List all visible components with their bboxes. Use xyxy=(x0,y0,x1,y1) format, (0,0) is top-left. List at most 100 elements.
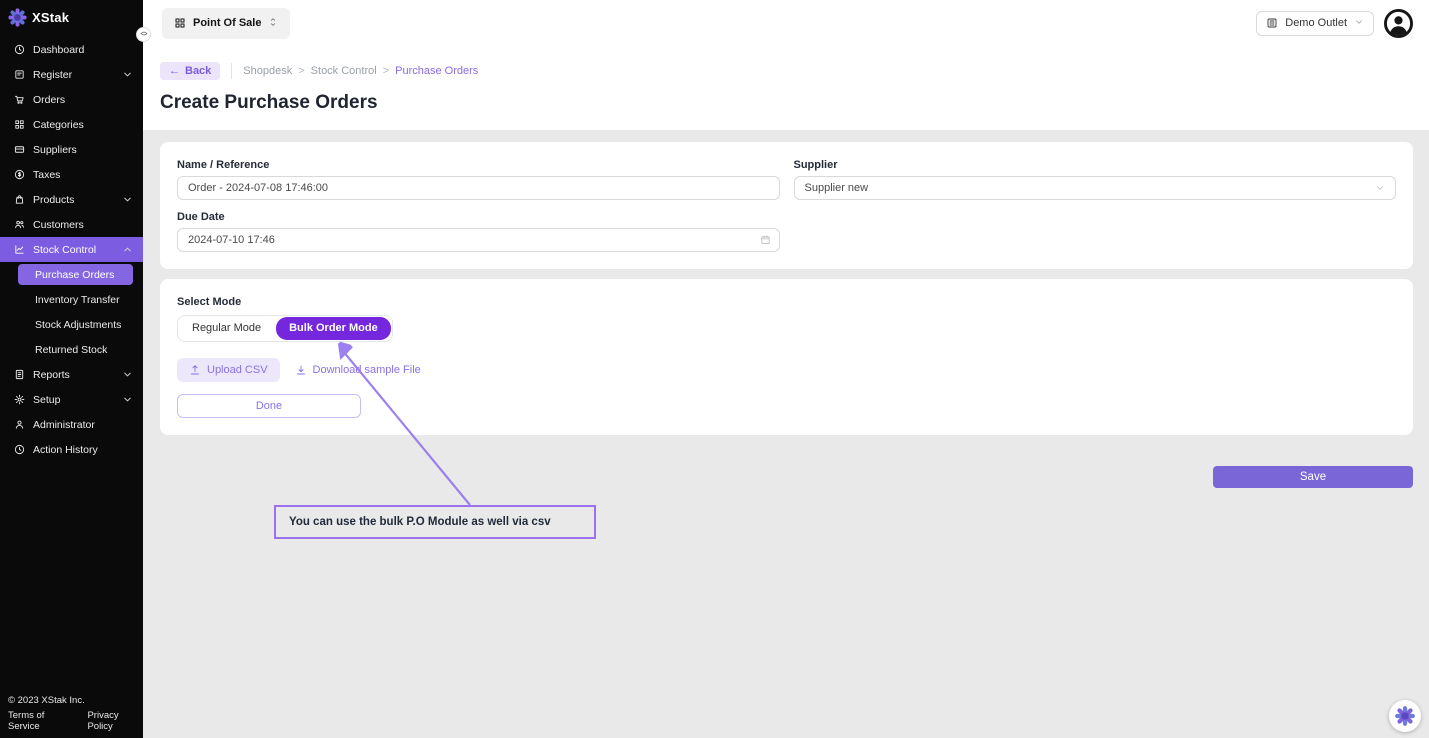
annotation-text: You can use the bulk P.O Module as well … xyxy=(289,516,551,528)
main-area: Point Of Sale Demo Outlet ← xyxy=(143,0,1429,738)
chevron-down-icon xyxy=(1354,17,1364,30)
sidebar-collapse-button[interactable]: <> xyxy=(136,27,151,42)
sidebar-footer: © 2023 XStak Inc. Terms of Service Priva… xyxy=(8,695,143,732)
calendar-icon[interactable] xyxy=(760,235,771,246)
app-switcher[interactable]: Point Of Sale xyxy=(162,8,290,39)
due-date-field: Due Date xyxy=(177,211,780,252)
person-icon xyxy=(14,419,25,430)
history-clock-icon xyxy=(14,444,25,455)
done-button[interactable]: Done xyxy=(177,394,361,418)
sidebar-item-returned-stock[interactable]: Returned Stock xyxy=(0,337,143,362)
avatar[interactable] xyxy=(1384,9,1413,38)
app-window: XStak Dashboard Register Orders Categori… xyxy=(0,0,1429,738)
outlet-label: Demo Outlet xyxy=(1285,17,1347,29)
sidebar-item-dashboard[interactable]: Dashboard xyxy=(0,37,143,62)
sidebar-item-purchase-orders[interactable]: Purchase Orders xyxy=(18,264,133,285)
sidebar-item-label: Suppliers xyxy=(33,144,133,156)
terms-link[interactable]: Terms of Service xyxy=(8,710,74,732)
copyright-text: © 2023 XStak Inc. xyxy=(8,695,143,706)
sidebar-item-label: Orders xyxy=(33,94,133,106)
upload-icon xyxy=(189,364,201,376)
xstak-widget-button[interactable] xyxy=(1389,700,1421,732)
updown-sort-icon xyxy=(268,17,278,30)
name-reference-input[interactable] xyxy=(177,176,780,200)
sidebar-item-taxes[interactable]: Taxes xyxy=(0,162,143,187)
sidebar-item-label: Dashboard xyxy=(33,44,133,56)
page-header: ← Back Shopdesk > Stock Control > Purcha… xyxy=(143,46,1429,130)
breadcrumb-item-stock-control[interactable]: Stock Control xyxy=(311,65,377,77)
sidebar-item-action-history[interactable]: Action History xyxy=(0,437,143,462)
sidebar-item-suppliers[interactable]: Suppliers xyxy=(0,137,143,162)
xstak-flower-icon xyxy=(8,8,27,27)
chevron-down-icon xyxy=(122,69,133,80)
back-button[interactable]: ← Back xyxy=(160,62,220,80)
content-area: Name / Reference Supplier Supplier new D… xyxy=(143,130,1429,738)
supplier-selected-value: Supplier new xyxy=(805,182,869,194)
topbar: Point Of Sale Demo Outlet xyxy=(143,0,1429,46)
gear-icon xyxy=(14,394,25,405)
mode-toggle: Regular Mode Bulk Order Mode xyxy=(177,315,393,342)
sidebar-item-stock-control[interactable]: Stock Control xyxy=(0,237,143,262)
sidebar-item-label: Stock Control xyxy=(33,244,114,256)
supplier-select[interactable]: Supplier new xyxy=(794,176,1397,200)
back-label: Back xyxy=(185,65,211,77)
sidebar-item-label: Taxes xyxy=(33,169,133,181)
sidebar-item-label: Inventory Transfer xyxy=(35,294,120,306)
back-arrow-icon: ← xyxy=(169,65,180,77)
dashboard-icon xyxy=(14,44,25,55)
save-button[interactable]: Save xyxy=(1213,466,1413,488)
outlet-icon xyxy=(1266,17,1278,29)
chart-icon xyxy=(14,244,25,255)
due-date-input[interactable] xyxy=(177,228,780,252)
breadcrumb-separator: > xyxy=(298,65,304,77)
customers-icon xyxy=(14,219,25,230)
sidebar-item-administrator[interactable]: Administrator xyxy=(0,412,143,437)
sidebar-item-setup[interactable]: Setup xyxy=(0,387,143,412)
breadcrumb: ← Back Shopdesk > Stock Control > Purcha… xyxy=(160,62,1429,80)
regular-mode-button[interactable]: Regular Mode xyxy=(178,316,275,341)
suppliers-icon xyxy=(14,144,25,155)
sidebar-item-label: Purchase Orders xyxy=(35,269,114,281)
taxes-icon xyxy=(14,169,25,180)
privacy-link[interactable]: Privacy Policy xyxy=(87,710,143,732)
sidebar-item-inventory-transfer[interactable]: Inventory Transfer xyxy=(0,287,143,312)
breadcrumb-divider xyxy=(231,63,232,79)
logo[interactable]: XStak xyxy=(0,0,143,33)
sidebar-item-customers[interactable]: Customers xyxy=(0,212,143,237)
upload-csv-button[interactable]: Upload CSV xyxy=(177,358,280,382)
sidebar-item-label: Action History xyxy=(33,444,133,456)
outlet-select[interactable]: Demo Outlet xyxy=(1256,11,1374,36)
sidebar-item-label: Administrator xyxy=(33,419,133,431)
sidebar-item-label: Setup xyxy=(33,394,114,406)
sidebar-item-orders[interactable]: Orders xyxy=(0,87,143,112)
due-date-label: Due Date xyxy=(177,211,780,223)
bulk-order-mode-button[interactable]: Bulk Order Mode xyxy=(276,317,391,340)
chevron-down-icon xyxy=(1375,183,1385,193)
name-reference-field: Name / Reference xyxy=(177,159,780,200)
breadcrumb-item-purchase-orders[interactable]: Purchase Orders xyxy=(395,65,478,77)
supplier-field: Supplier Supplier new xyxy=(794,159,1397,200)
sidebar-item-stock-adjustments[interactable]: Stock Adjustments xyxy=(0,312,143,337)
upload-csv-label: Upload CSV xyxy=(207,364,268,376)
sidebar-item-register[interactable]: Register xyxy=(0,62,143,87)
chevron-down-icon xyxy=(122,194,133,205)
grid-icon xyxy=(174,17,186,29)
sidebar-item-label: Products xyxy=(33,194,114,206)
logo-text: XStak xyxy=(32,10,69,25)
name-reference-label: Name / Reference xyxy=(177,159,780,171)
select-mode-card: Select Mode Regular Mode Bulk Order Mode… xyxy=(160,279,1413,435)
sidebar-item-categories[interactable]: Categories xyxy=(0,112,143,137)
app-switcher-label: Point Of Sale xyxy=(193,17,261,29)
supplier-label: Supplier xyxy=(794,159,1397,171)
chevron-down-icon xyxy=(122,394,133,405)
sidebar-item-products[interactable]: Products xyxy=(0,187,143,212)
sidebar-item-reports[interactable]: Reports xyxy=(0,362,143,387)
sidebar-item-label: Returned Stock xyxy=(35,344,107,356)
xstak-flower-icon xyxy=(1394,705,1416,727)
download-sample-link[interactable]: Download sample File xyxy=(295,364,421,376)
breadcrumb-item-shopdesk[interactable]: Shopdesk xyxy=(243,65,292,77)
sidebar-item-label: Stock Adjustments xyxy=(35,319,121,331)
sidebar-item-label: Customers xyxy=(33,219,133,231)
page-title: Create Purchase Orders xyxy=(160,80,1429,130)
cart-icon xyxy=(14,94,25,105)
